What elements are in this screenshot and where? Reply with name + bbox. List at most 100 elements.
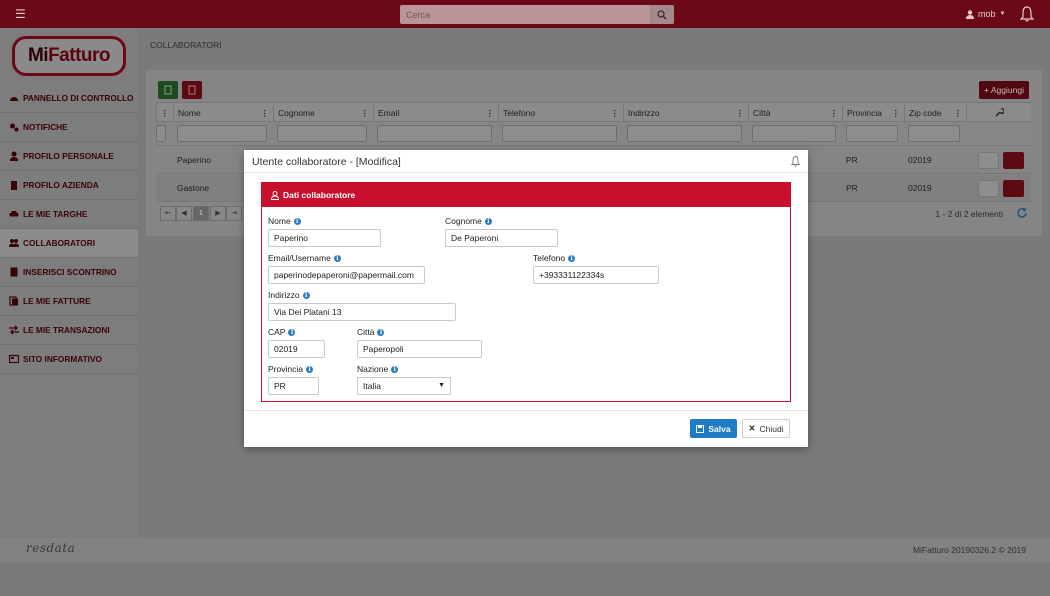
email-label: Email/Username i xyxy=(268,253,341,263)
cell-provincia: PR xyxy=(846,155,858,165)
edit-button[interactable] xyxy=(978,152,999,169)
column-header-nome[interactable]: Nome ⋮ xyxy=(173,103,273,123)
column-menu-icon[interactable]: ⋮ xyxy=(361,103,370,123)
save-button[interactable]: Salva xyxy=(690,419,737,438)
sidebar-item-label: LE MIE FATTURE xyxy=(23,296,91,306)
filter-input-indirizzo[interactable] xyxy=(627,125,742,142)
close-label: Chiudi xyxy=(759,423,784,434)
bell-icon[interactable] xyxy=(791,156,800,167)
delete-button[interactable] xyxy=(1003,152,1024,169)
filter-input-telefono[interactable] xyxy=(502,125,617,142)
users-icon xyxy=(9,239,19,247)
info-icon[interactable]: i xyxy=(305,365,313,373)
chevron-down-icon: ▼ xyxy=(999,11,1006,17)
table-filter-row xyxy=(156,122,1031,146)
indirizzo-field[interactable]: Via Dei Platani 13 xyxy=(268,303,456,321)
sidebar-item-scontrino[interactable]: INSERISCI SCONTRINO xyxy=(0,258,138,287)
info-icon[interactable]: i xyxy=(302,291,310,299)
column-menu-icon[interactable]: ⋮ xyxy=(954,103,963,123)
search-box xyxy=(400,5,674,24)
hamburger-menu-icon[interactable]: ☰ xyxy=(15,7,27,21)
column-menu-icon[interactable]: ⋮ xyxy=(486,103,495,123)
citta-field[interactable]: Paperopoli xyxy=(357,340,482,358)
refresh-icon[interactable] xyxy=(1016,207,1028,219)
delete-button[interactable] xyxy=(1003,180,1024,197)
sidebar-item-profilo-azienda[interactable]: PROFILO AZIENDA xyxy=(0,171,138,200)
info-site-icon xyxy=(9,354,19,364)
label-text: Cognome xyxy=(445,216,482,226)
export-excel-button[interactable] xyxy=(158,81,178,99)
column-header-actions xyxy=(966,103,1031,123)
sidebar-item-targhe[interactable]: LE MIE TARGHE xyxy=(0,200,138,229)
next-page-button[interactable]: ▶ xyxy=(210,206,226,221)
column-header-telefono[interactable]: Telefono ⋮ xyxy=(498,103,623,123)
email-field[interactable]: paperinodepaperoni@papermail.com xyxy=(268,266,425,284)
info-icon[interactable]: i xyxy=(568,254,576,262)
sidebar-item-collaboratori[interactable]: COLLABORATORI xyxy=(0,229,138,258)
user-icon xyxy=(10,151,18,161)
label-text: Provincia xyxy=(268,364,303,374)
filter-input-cognome[interactable] xyxy=(277,125,367,142)
sidebar-item-transazioni[interactable]: LE MIE TRANSAZIONI xyxy=(0,316,138,345)
page-number-button[interactable]: 1 xyxy=(193,206,209,221)
column-menu-icon[interactable]: ⋮ xyxy=(892,103,901,123)
building-icon xyxy=(11,181,17,190)
footer-brand: resdata xyxy=(26,541,76,555)
column-menu-icon[interactable]: ⋮ xyxy=(736,103,745,123)
filter-input-citta[interactable] xyxy=(752,125,836,142)
cell-zip: 02019 xyxy=(908,183,932,193)
info-icon[interactable]: i xyxy=(484,217,492,225)
column-menu-icon[interactable]: ⋮ xyxy=(611,103,620,123)
info-icon[interactable]: i xyxy=(333,254,341,262)
telefono-field[interactable]: +393331122334s xyxy=(533,266,659,284)
user-menu[interactable]: mob ▼ xyxy=(966,7,1005,21)
filter-input-select[interactable] xyxy=(156,125,166,142)
sidebar-item-profilo-personale[interactable]: PROFILO PERSONALE xyxy=(0,142,138,171)
column-menu-icon[interactable]: ⋮ xyxy=(830,103,839,123)
column-header-email[interactable]: Email ⋮ xyxy=(373,103,498,123)
filter-input-email[interactable] xyxy=(377,125,492,142)
sidebar-item-label: LE MIE TARGHE xyxy=(23,209,88,219)
info-icon[interactable]: i xyxy=(293,217,301,225)
close-icon: ✕ xyxy=(748,423,756,433)
filter-input-nome[interactable] xyxy=(177,125,267,142)
nazione-select[interactable]: Italia ▼ xyxy=(357,377,451,395)
search-button[interactable] xyxy=(650,5,674,24)
cap-field[interactable]: 02019 xyxy=(268,340,325,358)
close-button[interactable]: ✕ Chiudi xyxy=(742,419,790,438)
modal-title: Utente collaboratore - [Modifica] xyxy=(252,156,401,168)
last-page-button[interactable]: ⇥ xyxy=(226,206,242,221)
edit-button[interactable] xyxy=(978,180,999,197)
export-pdf-button[interactable] xyxy=(182,81,202,99)
invoice-icon xyxy=(9,296,18,306)
sidebar-item-notifiche[interactable]: NOTIFICHE xyxy=(0,113,138,142)
column-header-provincia[interactable]: Provincia ⋮ xyxy=(842,103,904,123)
first-page-button[interactable]: ⇤ xyxy=(160,206,176,221)
label-text: Nazione xyxy=(357,364,389,374)
info-icon[interactable]: i xyxy=(377,328,385,336)
filter-input-zip[interactable] xyxy=(908,125,960,142)
column-header-citta[interactable]: Città ⋮ xyxy=(748,103,842,123)
bell-icon[interactable] xyxy=(1020,6,1034,22)
sidebar-item-fatture[interactable]: LE MIE FATTURE xyxy=(0,287,138,316)
search-input[interactable] xyxy=(400,5,650,24)
excel-icon xyxy=(164,85,172,95)
column-header-indirizzo[interactable]: Indirizzo ⋮ xyxy=(623,103,748,123)
info-icon[interactable]: i xyxy=(391,365,399,373)
info-icon[interactable]: i xyxy=(288,328,296,336)
prev-page-button[interactable]: ◀ xyxy=(176,206,192,221)
cognome-field[interactable]: De Paperoni xyxy=(445,229,558,247)
sidebar-item-sito[interactable]: SITO INFORMATIVO xyxy=(0,345,138,374)
nome-field[interactable]: Paperino xyxy=(268,229,381,247)
sidebar-item-pannello[interactable]: PANNELLO DI CONTROLLO xyxy=(0,84,138,113)
column-menu-icon[interactable]: ⋮ xyxy=(261,103,270,123)
pdf-icon xyxy=(188,85,196,95)
column-header-cognome[interactable]: Cognome ⋮ xyxy=(273,103,373,123)
cell-zip: 02019 xyxy=(908,155,932,165)
footer: resdata MiFatturo 20190326.2 © 2019 xyxy=(0,538,1050,562)
provincia-field[interactable]: PR xyxy=(268,377,319,395)
add-button[interactable]: + Aggiungi xyxy=(979,81,1029,99)
column-header-zip[interactable]: Zip code ⋮ xyxy=(904,103,966,123)
column-menu-handle[interactable]: ⋮ xyxy=(156,103,173,123)
filter-input-provincia[interactable] xyxy=(846,125,898,142)
